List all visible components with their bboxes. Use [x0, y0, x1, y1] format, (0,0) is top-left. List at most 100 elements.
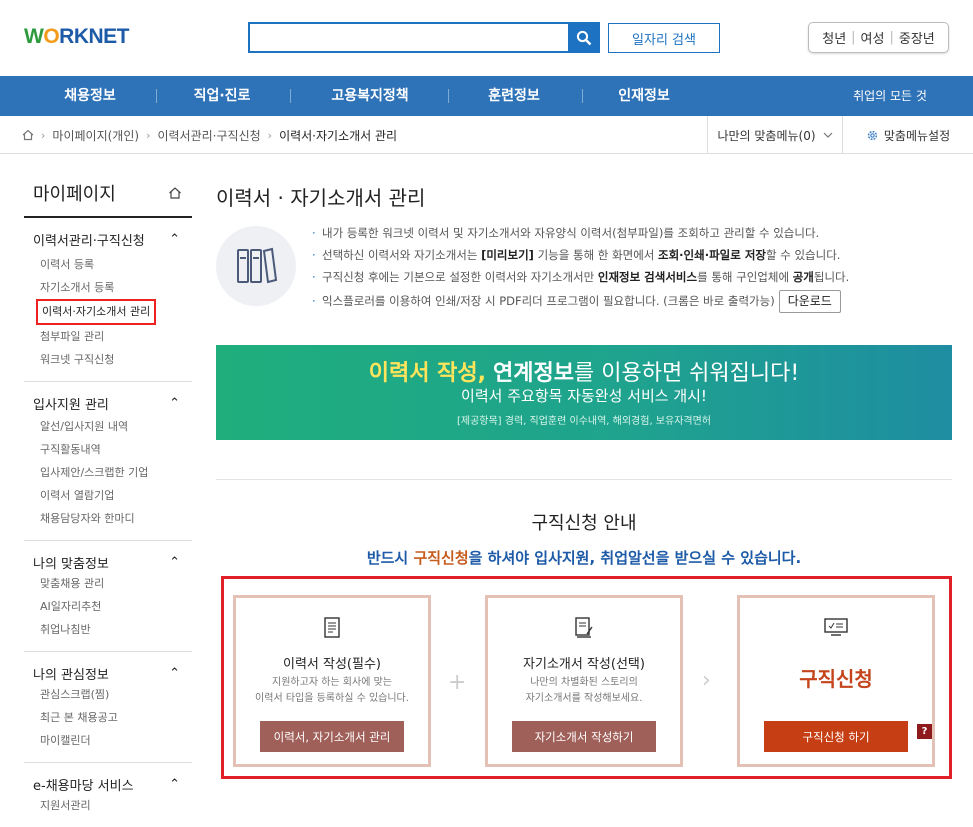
monitor-icon: [740, 617, 932, 637]
search-button[interactable]: [568, 22, 600, 53]
chevron-up-icon: ⌃: [169, 665, 180, 681]
sidebar-group-title: 이력서관리·구직신청: [33, 233, 145, 249]
banner-note: [제공항목] 경력, 직업훈련 이수내역, 해외경험, 보유자격면허: [456, 416, 712, 427]
sidebar-item[interactable]: 맞춤채용 관리: [24, 572, 192, 595]
logo-text: WORKNET: [24, 25, 130, 48]
my-menu-dropdown[interactable]: 나만의 맞춤메뉴(0): [707, 116, 842, 154]
audience-middleaged-link[interactable]: 중장년: [899, 28, 935, 47]
intro-item: 구직신청 후에는 기본으로 설정한 이력서와 자기소개서만 인재정보 검색서비스…: [312, 266, 952, 288]
apply-button[interactable]: 구직신청 하기: [764, 721, 908, 752]
page-title: 이력서 · 자기소개서 관리: [216, 186, 426, 210]
step-description: 지원하고자 하는 회사에 맞는 이력서 타입을 등록하실 수 있습니다.: [255, 677, 409, 704]
resume-manage-button[interactable]: 이력서, 자기소개서 관리: [260, 721, 404, 752]
nav-separator: [156, 89, 157, 103]
sidebar-group-resume: 이력서관리·구직신청 ⌃ 이력서 등록 자기소개서 등록 이력서·자기소개서 관리…: [24, 218, 192, 382]
step-title: 이력서 작성(필수): [283, 657, 381, 672]
header: WORKNET 일자리 검색 청년 | 여성 | 중장년: [0, 0, 973, 76]
nav-item-jobs[interactable]: 채용정보: [40, 76, 140, 116]
step-coverletter: 자기소개서 작성(선택) 나만의 차별화된 스토리의 자기소개서를 작성해보세요.…: [485, 595, 683, 767]
breadcrumb-item[interactable]: 마이페이지(개인): [52, 127, 139, 144]
audience-youth-link[interactable]: 청년: [822, 28, 846, 47]
guide-title: 구직신청 안내: [531, 513, 637, 534]
plus-icon: +: [448, 670, 467, 695]
step-description: 나만의 차별화된 스토리의 자기소개서를 작성해보세요.: [525, 677, 643, 704]
sidebar-title: 마이페이지: [33, 184, 116, 205]
sidebar-group-header[interactable]: 입사지원 관리 ⌃: [24, 393, 192, 413]
banner-headline: 이력서 작성, 연계정보를 이용하면 쉬워집니다!: [368, 361, 800, 386]
chevron-up-icon: ⌃: [169, 231, 180, 247]
sidebar-group-title: 입사지원 관리: [33, 397, 109, 413]
intro-item: 선택하신 이력서와 자기소개서는 [미리보기] 기능을 통해 한 화면에서 조회…: [312, 244, 952, 266]
sidebar: 마이페이지 이력서관리·구직신청 ⌃ 이력서 등록 자기소개서 등록 이력서·자기…: [24, 170, 192, 827]
sidebar-group-title: e-채용마당 서비스: [33, 778, 134, 794]
sidebar-item[interactable]: 구직활동내역: [24, 438, 192, 461]
chevron-up-icon: ⌃: [169, 554, 180, 570]
sidebar-item-coverletter-register[interactable]: 자기소개서 등록: [24, 276, 192, 299]
promo-banner[interactable]: 이력서 작성, 연계정보를 이용하면 쉬워집니다! 이력서 주요항목 자동완성 …: [216, 345, 952, 440]
divider: |: [889, 30, 894, 45]
step-title: 자기소개서 작성(선택): [523, 657, 645, 672]
chevron-right-icon: ›: [41, 128, 46, 142]
audience-selector: 청년 | 여성 | 중장년: [808, 22, 949, 53]
sidebar-item[interactable]: 취업나침반: [24, 618, 192, 641]
intro-item: 내가 등록한 워크넷 이력서 및 자기소개서와 자유양식 이력서(첨부파일)를 …: [312, 222, 952, 244]
download-button[interactable]: 다운로드: [778, 290, 841, 313]
sidebar-item[interactable]: 이력서 열람기업: [24, 484, 192, 507]
sidebar-item-attachments[interactable]: 첨부파일 관리: [24, 325, 192, 348]
my-menu-label: 나만의 맞춤메뉴(0): [717, 128, 816, 143]
sidebar-group-header[interactable]: 나의 관심정보 ⌃: [24, 663, 192, 683]
section-divider: [216, 479, 952, 480]
search-input[interactable]: [248, 22, 570, 53]
sidebar-group-header[interactable]: e-채용마당 서비스 ⌃: [24, 774, 192, 794]
sidebar-item-resume-register[interactable]: 이력서 등록: [24, 253, 192, 276]
sidebar-group-title: 나의 관심정보: [33, 667, 109, 683]
pen-document-icon: [488, 617, 680, 639]
my-menu-settings-label: 맞춤메뉴설정: [883, 128, 951, 143]
sidebar-item[interactable]: 최근 본 채용공고: [24, 706, 192, 729]
banner-subline: 이력서 주요항목 자동완성 서비스 개시!: [461, 387, 707, 405]
sidebar-item[interactable]: 채용담당자와 한마디: [24, 507, 192, 530]
home-icon[interactable]: [168, 186, 182, 200]
nav-item-talent[interactable]: 인재정보: [594, 76, 694, 116]
nav-separator: [290, 89, 291, 103]
my-menu-settings-button[interactable]: 맞춤메뉴설정: [842, 116, 973, 154]
sidebar-group-header[interactable]: 이력서관리·구직신청 ⌃: [24, 229, 192, 249]
sidebar-group-header[interactable]: 나의 맞춤정보 ⌃: [24, 552, 192, 572]
sidebar-item[interactable]: 관심스크랩(찜): [24, 683, 192, 706]
sidebar-item[interactable]: AI일자리추천: [24, 595, 192, 618]
breadcrumb-item[interactable]: 이력서관리·구직신청: [157, 127, 260, 144]
divider: |: [851, 30, 856, 45]
nav-item-training[interactable]: 훈련정보: [464, 76, 564, 116]
help-icon[interactable]: ?: [917, 724, 932, 739]
nav-item-welfare[interactable]: 고용복지정책: [310, 76, 430, 116]
binders-icon: [216, 226, 296, 306]
document-icon: [236, 617, 428, 639]
sidebar-group-title: 나의 맞춤정보: [33, 556, 109, 572]
worknet-logo[interactable]: WORKNET: [24, 22, 130, 52]
nav-item-career[interactable]: 직업·진로: [172, 76, 272, 116]
chevron-right-icon: ›: [267, 128, 273, 142]
sidebar-group-interest: 나의 관심정보 ⌃ 관심스크랩(찜) 최근 본 채용공고 마이캘린더: [24, 652, 192, 763]
steps-highlight-frame: 이력서 작성(필수) 지원하고자 하는 회사에 맞는 이력서 타입을 등록하실 수…: [221, 576, 952, 779]
job-search-button[interactable]: 일자리 검색: [608, 23, 720, 53]
sidebar-group-erecruit: e-채용마당 서비스 ⌃ 지원서관리: [24, 763, 192, 827]
gear-icon: [867, 130, 878, 140]
sidebar-item[interactable]: 지원서관리: [24, 794, 192, 817]
sidebar-item-resume-manage[interactable]: 이력서·자기소개서 관리: [36, 299, 157, 325]
chevron-right-icon: ›: [702, 668, 711, 693]
nav-separator: [448, 89, 449, 103]
intro-item: 익스플로러를 이용하여 인쇄/저장 시 PDF리더 프로그램이 필요합니다. (…: [312, 288, 952, 314]
audience-women-link[interactable]: 여성: [861, 28, 885, 47]
sidebar-item-job-application[interactable]: 워크넷 구직신청: [24, 348, 192, 371]
write-coverletter-button[interactable]: 자기소개서 작성하기: [512, 721, 656, 752]
apply-heading: 구직신청: [799, 667, 873, 691]
breadcrumb: › 마이페이지(개인) › 이력서관리·구직신청 › 이력서·자기소개서 관리: [22, 116, 397, 154]
sidebar-item[interactable]: 입사제안/스크랩한 기업: [24, 461, 192, 484]
sidebar-group-apply: 입사지원 관리 ⌃ 알선/입사지원 내역 구직활동내역 입사제안/스크랩한 기업 …: [24, 382, 192, 541]
sidebar-item[interactable]: 알선/입사지원 내역: [24, 415, 192, 438]
sidebar-item[interactable]: 마이캘린더: [24, 729, 192, 752]
home-icon[interactable]: [22, 129, 34, 141]
chevron-down-icon: [823, 132, 832, 138]
nav-item-all-about-jobs[interactable]: 취업의 모든 것: [840, 76, 940, 116]
chevron-up-icon: ⌃: [169, 776, 180, 792]
